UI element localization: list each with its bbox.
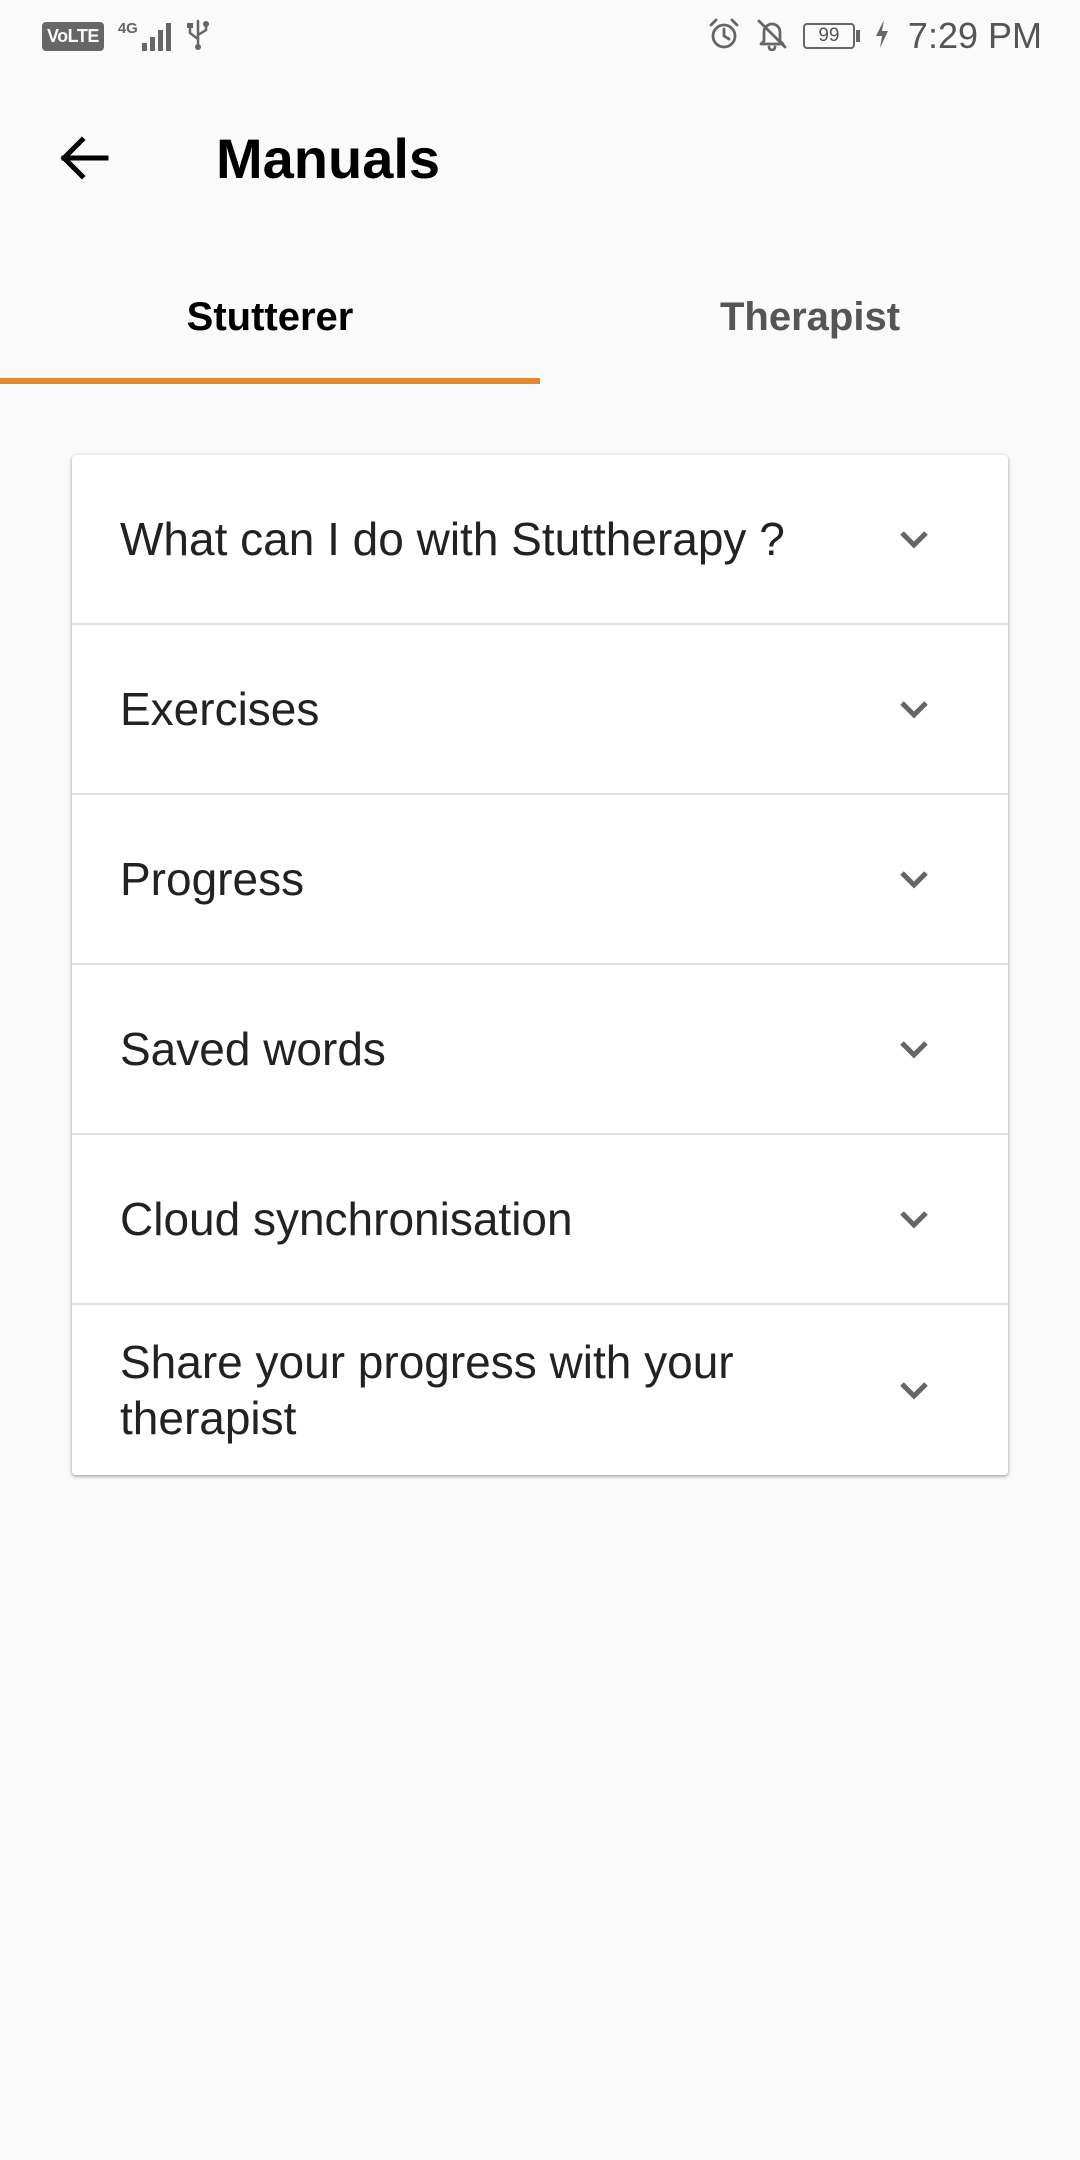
- chevron-down-icon: [894, 859, 934, 899]
- chevron-down-icon: [894, 519, 934, 559]
- tab-stutterer[interactable]: Stutterer: [0, 250, 540, 384]
- accordion-item-share-progress[interactable]: Share your progress with your therapist: [72, 1305, 1008, 1475]
- accordion-item-cloud-sync[interactable]: Cloud synchronisation: [72, 1135, 1008, 1305]
- accordion-item-label: Cloud synchronisation: [120, 1193, 573, 1245]
- signal-icon: 4G: [118, 21, 171, 51]
- status-time: 7:29 PM: [907, 15, 1042, 56]
- usb-icon: [185, 17, 211, 56]
- status-left: VoLTE 4G: [42, 17, 211, 56]
- battery-level: 99: [802, 23, 855, 49]
- app-bar: Manuals: [0, 100, 1080, 216]
- accordion-item-progress[interactable]: Progress: [72, 795, 1008, 965]
- status-right: 99 7:29 PM: [707, 15, 1042, 57]
- accordion-item-label: Share your progress with your therapist: [120, 1336, 734, 1444]
- charging-icon: [874, 19, 890, 54]
- page-title: Manuals: [216, 126, 441, 190]
- accordion-item-saved-words[interactable]: Saved words: [72, 965, 1008, 1135]
- arrow-left-icon: [60, 136, 109, 180]
- accordion-item-what-can-i-do[interactable]: What can I do with Stuttherapy ?: [72, 455, 1008, 625]
- manuals-accordion: What can I do with Stuttherapy ? Exercis…: [72, 455, 1008, 1475]
- back-button[interactable]: [36, 110, 132, 206]
- accordion-item-label: What can I do with Stuttherapy ?: [120, 513, 785, 565]
- network-type: 4G: [117, 20, 138, 37]
- notifications-off-icon: [755, 17, 789, 56]
- chevron-down-icon: [894, 689, 934, 729]
- battery-icon: 99: [802, 23, 860, 49]
- volte-icon: VoLTE: [42, 21, 104, 51]
- alarm-icon: [707, 17, 741, 56]
- accordion-item-exercises[interactable]: Exercises: [72, 625, 1008, 795]
- chevron-down-icon: [894, 1029, 934, 1069]
- tab-bar: Stutterer Therapist: [0, 250, 1080, 384]
- accordion-item-label: Progress: [120, 853, 305, 905]
- accordion-item-label: Saved words: [120, 1023, 386, 1075]
- accordion-item-label: Exercises: [120, 683, 320, 735]
- tab-therapist[interactable]: Therapist: [540, 250, 1080, 384]
- chevron-down-icon: [894, 1370, 934, 1410]
- status-bar: VoLTE 4G 99 7:29 PM: [0, 0, 1080, 72]
- chevron-down-icon: [894, 1199, 934, 1239]
